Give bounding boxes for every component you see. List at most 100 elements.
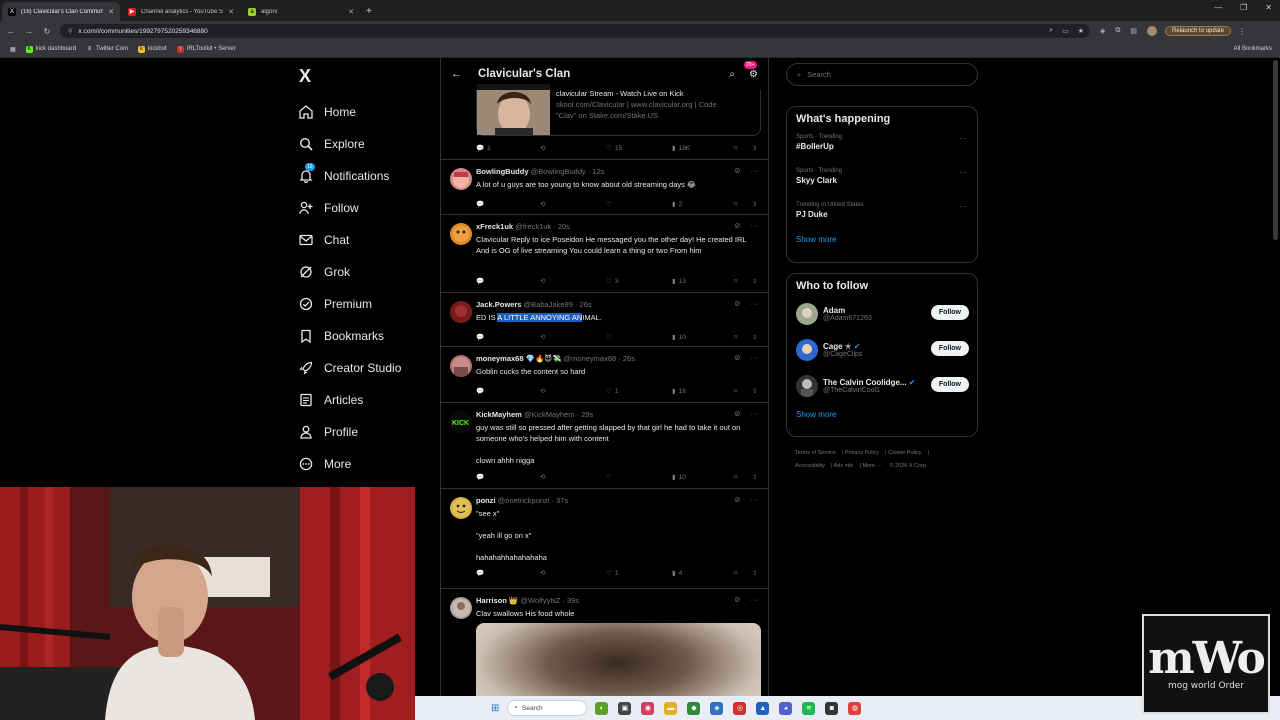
footer-link[interactable]: Cookie Policy	[888, 450, 921, 456]
like-button[interactable]: ♡ 3	[606, 277, 618, 286]
app-icon[interactable]: ◉	[641, 701, 655, 715]
spotify-icon[interactable]: ≋	[802, 701, 816, 715]
like-button[interactable]: ♡ 15	[606, 144, 622, 153]
nav-creator-studio[interactable]: Creator Studio	[298, 352, 438, 384]
tweet-author[interactable]: KickMayhem	[476, 410, 522, 419]
windows-start-icon[interactable]: ⊞	[491, 703, 499, 714]
maximize-icon[interactable]: ❐	[1240, 3, 1247, 12]
bookmark-button[interactable]: ⌑	[734, 200, 737, 208]
footer-link[interactable]: More ···	[862, 463, 882, 469]
retweet-button[interactable]: ⟲	[540, 473, 545, 481]
profile-avatar[interactable]	[1147, 26, 1158, 36]
x-logo[interactable]: X	[299, 66, 311, 87]
tab-clavicular[interactable]: X (16) Clavicular's Clan Communi ✕	[2, 2, 120, 21]
footer-link[interactable]: Accessibility	[795, 463, 825, 469]
grok-icon[interactable]: ⊘	[734, 299, 740, 308]
tweet-author[interactable]: Harrison 👑	[476, 596, 518, 605]
site-info-icon[interactable]: ⚲	[68, 28, 72, 35]
follow-suggestion[interactable]: The Calvin Coolidge... ✔ @TheCalvinCool1 …	[796, 368, 977, 404]
zoom-icon[interactable]: ⌕	[1049, 27, 1053, 35]
share-button[interactable]: ⇪	[752, 144, 757, 152]
sidepanel-icon[interactable]: ▤	[1130, 27, 1137, 35]
trend-item[interactable]: Trending in United States PJ Duke ···	[796, 199, 977, 233]
avatar[interactable]: KICK	[450, 411, 472, 433]
more-icon[interactable]: ···	[751, 353, 759, 362]
search-input[interactable]: ⌕ Search	[786, 63, 978, 86]
tweet-item[interactable]: ponzi @onetrickponzi · 37s ⊘ ··· "see x" …	[441, 489, 768, 589]
footer-link[interactable]: Terms of Service	[795, 450, 836, 456]
bookmark-button[interactable]: ⌑	[734, 333, 737, 341]
address-bar[interactable]: ⚲ x.com/i/communities/199279752025934688…	[60, 24, 1090, 38]
views-button[interactable]: ▮ 18K	[672, 144, 690, 153]
tab-youtube[interactable]: ▶ Channel analytics - YouTube St ✕	[122, 2, 240, 21]
more-icon[interactable]: ···	[751, 166, 759, 175]
nav-bookmarks[interactable]: Bookmarks	[298, 320, 438, 352]
avatar[interactable]	[450, 355, 472, 377]
more-icon[interactable]: ···	[751, 299, 759, 308]
tweet-item[interactable]: Jack.Powers @BabaJake99 · 26s ⊘ ··· ED IS…	[441, 293, 768, 347]
new-tab-icon[interactable]: +	[366, 2, 372, 21]
share-button[interactable]: ⇪	[752, 200, 757, 208]
discord-icon[interactable]: ◕	[779, 701, 793, 715]
menu-icon[interactable]: ⋮	[1235, 27, 1249, 36]
grok-icon[interactable]: ⊘	[734, 409, 740, 418]
grok-icon[interactable]: ⊘	[734, 221, 740, 230]
close-tab-icon[interactable]: ✕	[228, 8, 234, 16]
all-bookmarks[interactable]: All Bookmarks	[1234, 46, 1272, 52]
grok-icon[interactable]: ⊘	[734, 353, 740, 362]
tweet-author[interactable]: Jack.Powers	[476, 300, 521, 309]
cast-icon[interactable]: ▭	[1062, 27, 1069, 35]
tweet-author[interactable]: moneymax68 💎🔥😈💸	[476, 354, 561, 363]
back-arrow-icon[interactable]: ←	[451, 68, 462, 80]
tab-algorx[interactable]: a algorx ✕	[242, 2, 360, 21]
share-button[interactable]: ⇪	[752, 569, 757, 577]
reload-icon[interactable]: ↻	[40, 27, 54, 36]
trend-item[interactable]: Sports · Trending #BollerUp ···	[796, 131, 977, 165]
back-icon[interactable]: ←	[4, 27, 18, 36]
share-button[interactable]: ⇪	[752, 387, 757, 395]
retweet-button[interactable]: ⟲	[540, 569, 545, 577]
bookmark-kickbot[interactable]: k kickbot	[138, 45, 167, 53]
nav-profile[interactable]: Profile	[298, 416, 438, 448]
avatar[interactable]	[796, 303, 818, 325]
like-button[interactable]: ♡	[606, 473, 612, 481]
app-icon[interactable]: ◈	[710, 701, 724, 715]
puzzle-icon[interactable]: ⧉	[1115, 27, 1120, 35]
bookmark-star-icon[interactable]: ★	[1078, 27, 1084, 35]
retweet-button[interactable]: ⟲	[540, 200, 545, 208]
reply-button[interactable]: 💬	[476, 387, 484, 395]
like-button[interactable]: ♡	[606, 200, 612, 208]
avatar[interactable]	[796, 339, 818, 361]
like-button[interactable]: ♡ 1	[606, 569, 618, 578]
views-button[interactable]: ▮ 4	[672, 569, 682, 578]
trend-item[interactable]: Sports · Trending Skyy Clark ···	[796, 165, 977, 199]
nav-home[interactable]: Home	[298, 96, 438, 128]
views-button[interactable]: ▮ 13	[672, 277, 686, 286]
tweet-author[interactable]: xFreck1uk	[476, 222, 513, 231]
retweet-button[interactable]: ⟲	[540, 144, 545, 152]
file-explorer-icon[interactable]: ▬	[664, 701, 678, 715]
follow-button[interactable]: Follow	[930, 377, 969, 392]
more-icon[interactable]: ···	[959, 168, 967, 177]
tweet-author[interactable]: BowlingBuddy	[476, 167, 529, 176]
share-button[interactable]: ⇪	[752, 473, 757, 481]
relaunch-button[interactable]: Relaunch to update	[1165, 26, 1232, 36]
tweet-item[interactable]: moneymax68 💎🔥😈💸 @moneymax68 · 26s ⊘ ··· G…	[441, 347, 768, 403]
nav-grok[interactable]: Grok	[298, 256, 438, 288]
footer-link[interactable]: Privacy Policy	[845, 450, 879, 456]
grok-icon[interactable]: ⊘	[734, 495, 740, 504]
reply-button[interactable]: 💬	[476, 333, 484, 341]
search-icon[interactable]: ⌕	[729, 69, 735, 80]
bookmark-kick-dashboard[interactable]: Kkick dashboard	[25, 45, 76, 53]
bookmark-button[interactable]: ⌑	[734, 387, 737, 395]
nav-explore[interactable]: Explore	[298, 128, 438, 160]
like-button[interactable]: ♡	[606, 333, 612, 341]
avatar[interactable]	[796, 375, 818, 397]
link-preview-card[interactable]: clavicular Stream - Watch Live on Kick s…	[476, 84, 761, 136]
chrome-icon[interactable]: ◎	[733, 701, 747, 715]
avatar[interactable]	[450, 497, 472, 519]
settings-icon[interactable]: ⚙ 20+	[744, 60, 758, 80]
show-more-follow-link[interactable]: Show more	[796, 410, 977, 419]
retweet-button[interactable]: ⟲	[540, 277, 545, 285]
app-icon[interactable]: ◆	[687, 701, 701, 715]
